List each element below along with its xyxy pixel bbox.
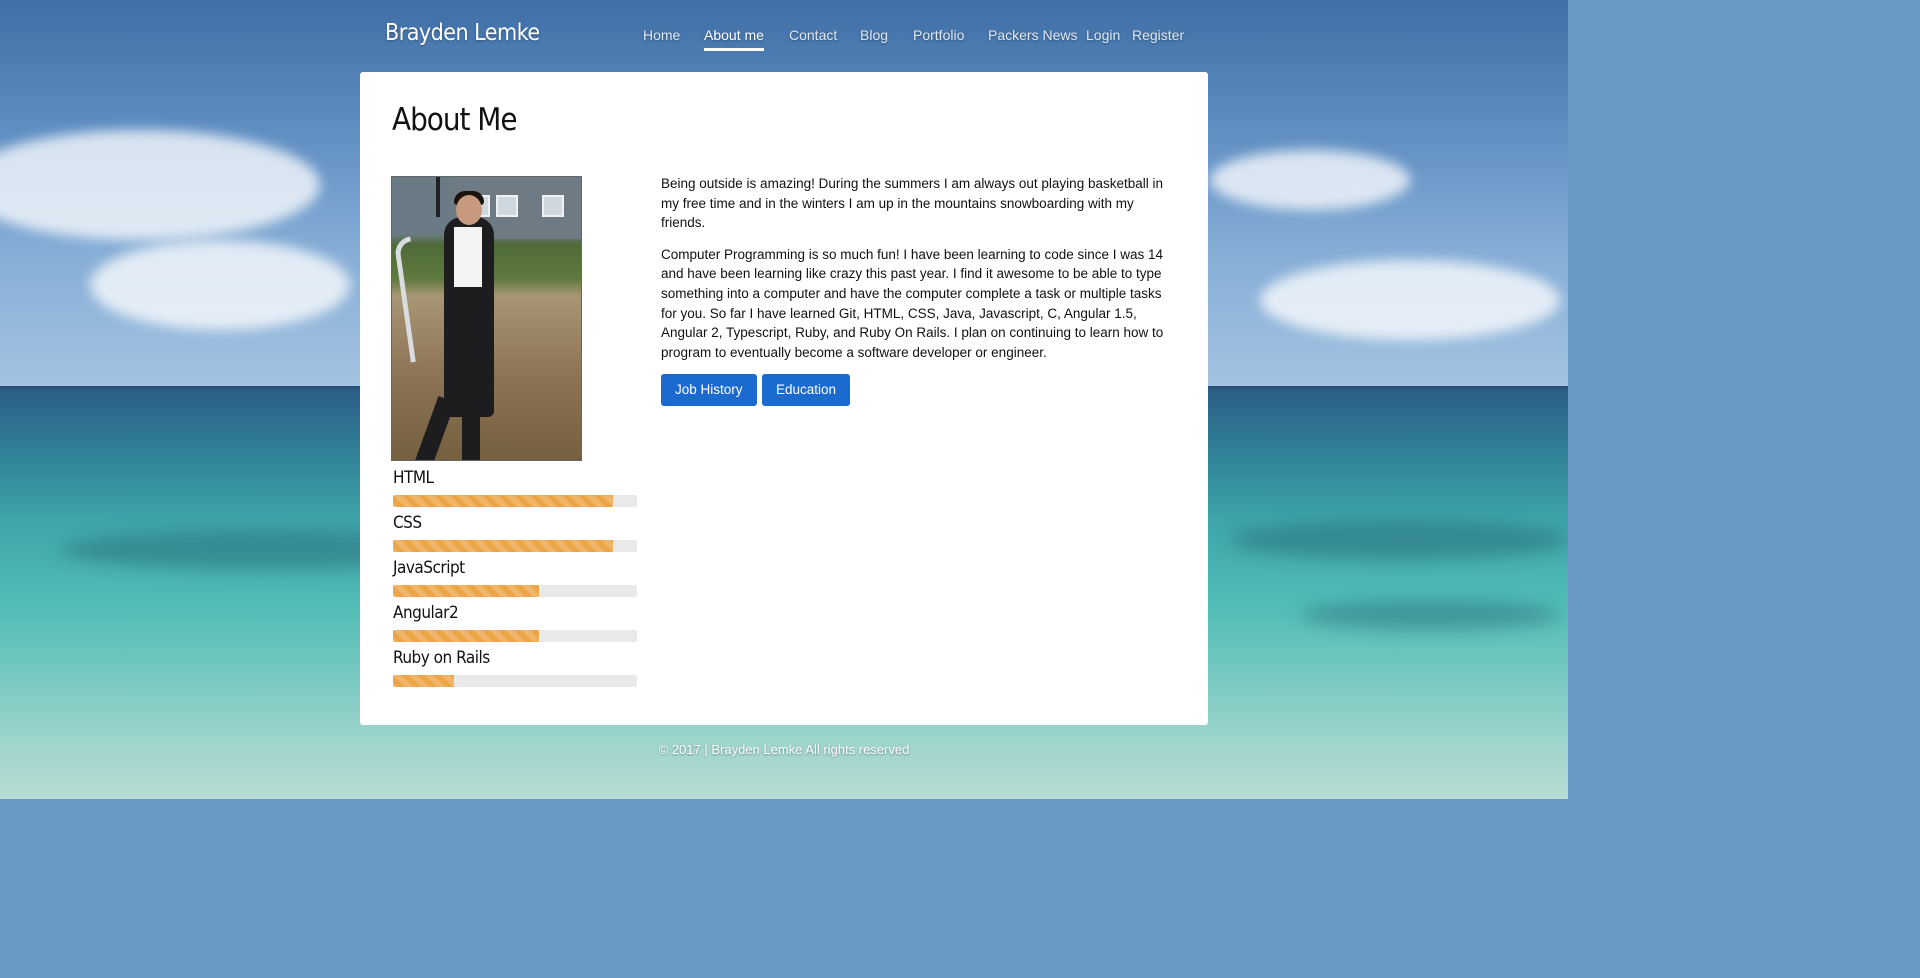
brand-logo[interactable]: Brayden Lemke: [385, 20, 540, 46]
skill-progress-bar: [393, 675, 637, 687]
cloud: [1260, 260, 1560, 340]
skill-label: HTML: [393, 468, 434, 488]
skill-progress-fill: [393, 540, 613, 552]
nav-packers-news[interactable]: Packers News: [988, 27, 1077, 43]
page-title: About Me: [392, 102, 518, 138]
nav-home[interactable]: Home: [643, 27, 680, 43]
skill-javascript: JavaScript: [393, 558, 637, 603]
cloud: [1210, 150, 1410, 210]
skill-label: Angular2: [393, 603, 459, 623]
paragraph-outdoors: Being outside is amazing! During the sum…: [661, 176, 1163, 231]
button-group: Job History Education: [661, 374, 1177, 407]
skill-label: JavaScript: [393, 558, 465, 578]
skill-label: CSS: [393, 513, 422, 533]
nav-blog[interactable]: Blog: [860, 27, 888, 43]
profile-photo: [391, 176, 582, 461]
reef: [1300, 600, 1560, 630]
skill-progress-bar: [393, 630, 637, 642]
nav-about-me[interactable]: About me: [704, 27, 764, 51]
about-card: About Me HTML CSS JavaScript Angular2 Ru…: [360, 72, 1208, 725]
nav-register[interactable]: Register: [1132, 27, 1184, 43]
skill-progress-bar: [393, 495, 637, 507]
skill-ruby-on-rails: Ruby on Rails: [393, 648, 637, 693]
navbar: Brayden Lemke Home About me Contact Blog…: [0, 0, 1568, 72]
paragraph-programming: Computer Programming is so much fun! I h…: [661, 246, 1164, 360]
skill-html: HTML: [393, 468, 637, 513]
reef: [1230, 520, 1568, 560]
skill-progress-bar: [393, 540, 637, 552]
nav-login[interactable]: Login: [1086, 27, 1120, 43]
education-button[interactable]: Education: [761, 374, 851, 407]
skill-angular2: Angular2: [393, 603, 637, 648]
skill-label: Ruby on Rails: [393, 648, 490, 668]
skill-progress-fill: [393, 495, 613, 507]
nav-portfolio[interactable]: Portfolio: [913, 27, 964, 43]
skill-progress-fill: [393, 675, 454, 687]
skills-list: HTML CSS JavaScript Angular2 Ruby on Rai…: [393, 468, 637, 693]
about-text: Being outside is amazing! During the sum…: [661, 174, 1177, 407]
skill-progress-bar: [393, 585, 637, 597]
nav-contact[interactable]: Contact: [789, 27, 837, 43]
skill-css: CSS: [393, 513, 637, 558]
skill-progress-fill: [393, 585, 540, 597]
skill-progress-fill: [393, 630, 540, 642]
footer-copyright: © 2017 | Brayden Lemke All rights reserv…: [658, 742, 910, 757]
job-history-button[interactable]: Job History: [661, 374, 757, 407]
cloud: [90, 240, 350, 330]
